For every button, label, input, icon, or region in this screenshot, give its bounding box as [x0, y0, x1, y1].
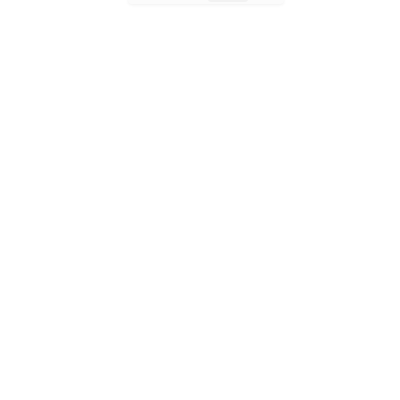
drag-handle-grip[interactable] — [208, 0, 248, 2]
blank-content-area — [0, 8, 400, 400]
page — [0, 0, 400, 400]
top-drag-handle[interactable] — [128, 0, 284, 4]
